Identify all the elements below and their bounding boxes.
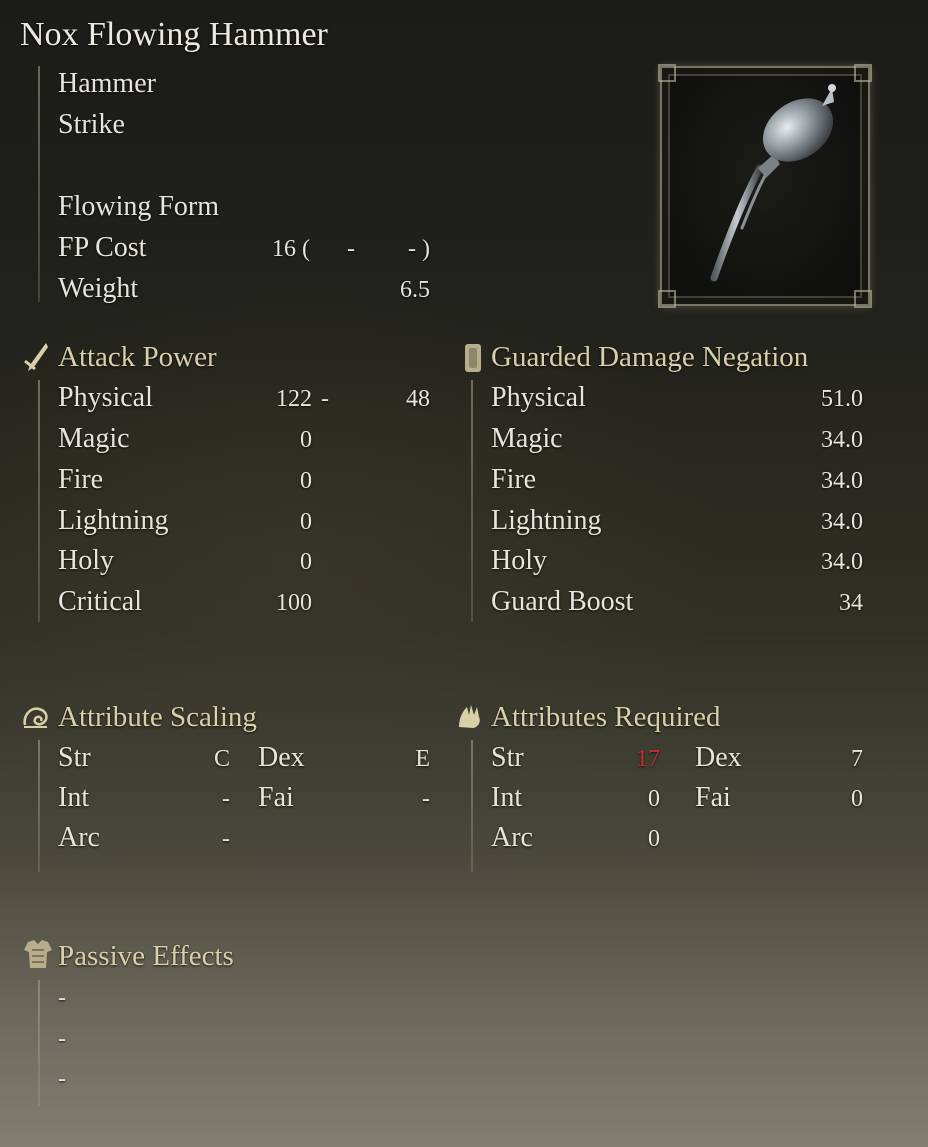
shield-icon — [465, 344, 481, 372]
gn-lightning-value: 34.0 — [821, 509, 863, 535]
gn-magic-value: 34.0 — [821, 427, 863, 453]
required-str-label: Str — [491, 742, 524, 773]
skill-name: Flowing Form — [58, 191, 220, 222]
divider-line — [38, 740, 40, 872]
ap-physical-bonus: 48 — [406, 386, 430, 412]
ap-critical-value: 100 — [276, 590, 312, 616]
scaling-int-label: Int — [58, 782, 90, 813]
damage-type: Strike — [58, 109, 125, 140]
frame-corner — [658, 290, 676, 308]
ap-physical-dash: - — [321, 386, 329, 412]
ap-fire-value: 0 — [300, 468, 312, 494]
ap-fire-label: Fire — [58, 464, 104, 495]
gn-lightning-label: Lightning — [491, 505, 602, 536]
divider-line — [471, 740, 473, 872]
attributes-required-header: Attributes Required — [491, 701, 721, 733]
ap-holy-value: 0 — [300, 549, 312, 575]
gn-magic-label: Magic — [491, 423, 563, 454]
divider-line — [38, 380, 40, 622]
gn-physical-value: 51.0 — [821, 386, 863, 412]
passive-effects-header: Passive Effects — [58, 940, 234, 972]
ap-holy-label: Holy — [58, 545, 114, 576]
required-dex-value: 7 — [851, 746, 863, 772]
frame-corner — [854, 290, 872, 308]
required-arc-value: 0 — [648, 826, 660, 852]
weight-label: Weight — [58, 273, 139, 304]
gn-holy-label: Holy — [491, 545, 547, 576]
divider-line — [38, 980, 40, 1106]
scaling-str-label: Str — [58, 742, 91, 773]
frame-corner — [658, 64, 676, 82]
divider-line — [471, 380, 473, 622]
item-title: Nox Flowing Hammer — [20, 16, 328, 53]
ap-magic-value: 0 — [300, 427, 312, 453]
scaling-arc-label: Arc — [58, 822, 100, 853]
required-int-value: 0 — [648, 786, 660, 812]
fp-cost-dash: - — [408, 236, 416, 262]
hammer-image — [710, 84, 836, 282]
scaling-dex-label: Dex — [258, 742, 305, 773]
passive-effect-item: - — [58, 1026, 66, 1052]
fp-cost-dash: - — [347, 236, 355, 262]
gn-fire-label: Fire — [491, 464, 537, 495]
required-str-value: 17 — [636, 746, 660, 772]
passive-effect-item: - — [58, 1066, 66, 1092]
item-image-frame — [658, 64, 872, 308]
ap-lightning-label: Lightning — [58, 505, 169, 536]
gn-guard-boost-value: 34 — [839, 590, 863, 616]
ap-critical-label: Critical — [58, 586, 142, 617]
scaling-fai-value: - — [422, 786, 430, 812]
ap-physical-label: Physical — [58, 382, 153, 413]
fp-cost-close: ) — [422, 236, 430, 262]
scaling-dex-value: E — [415, 746, 430, 772]
ap-magic-label: Magic — [58, 423, 130, 454]
gn-fire-value: 34.0 — [821, 468, 863, 494]
attack-power-header: Attack Power — [58, 341, 217, 373]
sword-icon — [24, 343, 48, 371]
passive-effect-item: - — [58, 985, 66, 1011]
guarded-negation-header: Guarded Damage Negation — [491, 341, 809, 373]
required-hand-icon — [459, 705, 480, 728]
scaling-fai-label: Fai — [258, 782, 294, 813]
weapon-type: Hammer — [58, 68, 156, 99]
required-dex-label: Dex — [695, 742, 742, 773]
armor-icon — [24, 940, 52, 968]
weight-value: 6.5 — [400, 277, 430, 303]
fp-cost-value: 16 ( — [272, 236, 310, 262]
scaling-int-value: - — [222, 786, 230, 812]
required-int-label: Int — [491, 782, 523, 813]
ap-physical-value: 122 — [276, 386, 312, 412]
frame-corner — [854, 64, 872, 82]
scaling-arc-value: - — [222, 826, 230, 852]
divider-line — [38, 66, 40, 302]
ap-lightning-value: 0 — [300, 509, 312, 535]
gn-guard-boost-label: Guard Boost — [491, 586, 634, 617]
required-fai-value: 0 — [851, 786, 863, 812]
gn-holy-value: 34.0 — [821, 549, 863, 575]
required-fai-label: Fai — [695, 782, 731, 813]
fp-cost-label: FP Cost — [58, 232, 147, 263]
required-arc-label: Arc — [491, 822, 533, 853]
attribute-scaling-header: Attribute Scaling — [58, 701, 257, 733]
scaling-str-value: C — [213, 746, 230, 772]
gn-physical-label: Physical — [491, 382, 586, 413]
scaling-arm-icon — [23, 707, 48, 728]
